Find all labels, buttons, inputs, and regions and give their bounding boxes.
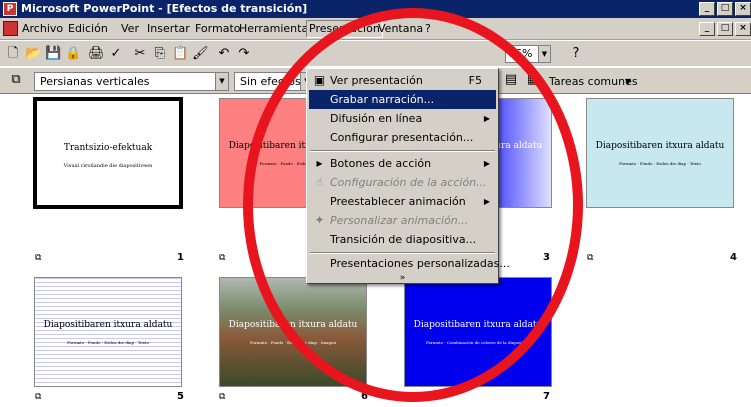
transition-icon[interactable]: ⧉ — [35, 253, 47, 263]
menu-formato[interactable]: Formato — [195, 22, 241, 36]
slide-thumbnail-7[interactable]: Diapositibaren itxura aldatu Formato · C… — [404, 277, 552, 387]
slide-transition-icon[interactable]: ⧉ — [8, 72, 24, 88]
expand-menu-icon[interactable]: » — [309, 272, 496, 284]
slide-number: 4 — [730, 252, 737, 263]
custom-animation-icon: ✦ — [314, 213, 325, 227]
standard-toolbar: 🗋 📂 💾 🔒 🖨 ✓ ✂ ⎘ 📋 🖌 ↶ ↷ 66% ▼ ? — [0, 41, 751, 67]
menu-ventana[interactable]: Ventana — [378, 22, 423, 36]
menu-help[interactable]: ? — [425, 22, 431, 36]
menu-item-preestablecer[interactable]: Preestablecer animación ▶ — [309, 192, 496, 211]
menu-item-transicion[interactable]: Transición de diapositiva... — [309, 230, 496, 249]
maximize-icon[interactable]: □ — [717, 2, 733, 16]
slide-thumbnail-6[interactable]: Diapositibaren itxura aldatu Formato · F… — [219, 277, 367, 387]
menu-item-botones-accion[interactable]: ▸ Botones de acción ▶ — [309, 154, 496, 173]
spelling-icon[interactable]: ✓ — [108, 46, 124, 62]
close-icon[interactable]: × — [735, 2, 751, 16]
print-icon[interactable]: 🖨 — [88, 46, 105, 62]
doc-minimize-icon[interactable]: _ — [699, 22, 715, 36]
redo-icon[interactable]: ↷ — [236, 46, 252, 62]
transition-icon[interactable]: ⧉ — [35, 392, 47, 402]
sound-effect-value: Sin efectos — [240, 75, 301, 88]
menu-item-grabar-narracion[interactable]: Grabar narración... — [309, 90, 496, 109]
chevron-down-icon[interactable]: ▼ — [215, 73, 228, 90]
zoom-value: 66% — [508, 47, 533, 60]
undo-icon[interactable]: ↶ — [216, 46, 232, 62]
minimize-icon[interactable]: _ — [699, 2, 715, 16]
slide-title: Trantsizio-efektuak — [63, 143, 153, 153]
format-painter-icon[interactable]: 🖌 — [192, 46, 209, 62]
menu-presentacion[interactable]: Presentación — [306, 20, 383, 38]
doc-close-icon[interactable]: × — [735, 22, 751, 36]
slide-number: 6 — [361, 391, 368, 402]
menu-herramientas[interactable]: Herramientas — [239, 22, 314, 36]
slide-thumbnail-4[interactable]: Diapositibaren itxura aldatu Formato · F… — [586, 98, 734, 208]
slide-number: 5 — [177, 391, 184, 402]
menu-ver[interactable]: Ver — [121, 22, 139, 36]
action-buttons-icon: ▸ — [316, 156, 323, 170]
doc-restore-icon[interactable]: □ — [717, 22, 733, 36]
menu-insertar[interactable]: Insertar — [147, 22, 190, 36]
action-settings-icon: ☝ — [315, 175, 324, 189]
slide-number: 3 — [543, 252, 550, 263]
menu-item-ver-presentacion[interactable]: ▣ Ver presentación F5 — [309, 71, 496, 90]
transition-effect-value: Persianas verticales — [40, 75, 150, 88]
submenu-arrow-icon: ▶ — [483, 159, 490, 168]
copy-icon[interactable]: ⎘ — [152, 46, 168, 62]
slide-subtitle: Formato · Fondo · Esdea die diap · Image… — [249, 340, 337, 345]
menu-item-personalizar-animacion: ✦ Personalizar animación... — [309, 211, 496, 230]
transition-icon[interactable]: ⧉ — [219, 392, 231, 402]
menu-item-personalizadas[interactable]: Presentaciones personalizadas... — [309, 254, 510, 273]
slide-show-icon: ▣ — [313, 73, 326, 87]
document-icon[interactable] — [3, 21, 18, 36]
paste-icon[interactable]: 📋 — [172, 46, 188, 62]
transition-icon[interactable]: ⧉ — [587, 253, 599, 263]
show-formatting-icon[interactable]: ▦ — [525, 72, 541, 88]
cut-icon[interactable]: ✂ — [132, 46, 148, 62]
menu-item-configurar[interactable]: Configurar presentación... — [309, 128, 496, 147]
transition-icon[interactable]: ⧉ — [404, 392, 416, 402]
menu-item-difusion[interactable]: Difusión en línea ▶ — [309, 109, 496, 128]
chevron-down-icon[interactable]: ▼ — [625, 77, 631, 86]
open-icon[interactable]: 📂 — [25, 46, 41, 62]
menu-archivo[interactable]: Archivo — [22, 22, 63, 36]
zoom-select[interactable]: 66% ▼ — [505, 45, 551, 63]
help-icon[interactable]: ? — [568, 46, 584, 62]
sound-effect-select[interactable]: Sin efectos ▼ — [234, 72, 314, 91]
submenu-arrow-icon: ▶ — [483, 114, 490, 123]
menu-edicion[interactable]: Edición — [68, 22, 108, 36]
slide-title: Diapositibaren itxura aldatu — [595, 141, 725, 151]
transition-icon[interactable]: ⧉ — [219, 253, 231, 263]
powerpoint-app-icon[interactable]: P — [3, 2, 17, 16]
slide-title: Diapositibaren itxura aldatu — [228, 320, 358, 330]
slide-subtitle: Formato · Fondo · Esdea die diap · Texto — [619, 161, 701, 166]
transition-effect-select[interactable]: Persianas verticales ▼ — [34, 72, 229, 91]
slide-subtitle: Formato · Combinación de colores de la d… — [425, 340, 531, 345]
save-icon[interactable]: 💾 — [45, 46, 61, 62]
window-title: Microsoft PowerPoint - [Efectos de trans… — [21, 2, 308, 15]
lock-icon[interactable]: 🔒 — [65, 46, 81, 62]
presentacion-dropdown-menu: ▣ Ver presentación F5 Grabar narración..… — [306, 68, 510, 284]
shortcut-label: F5 — [468, 74, 482, 87]
slide-subtitle: Formato · Fondo · Esdea die diap · Texto — [67, 340, 149, 345]
window-controls: _ □ × — [699, 2, 751, 16]
slide-title: Diapositibaren itxura aldatu — [43, 320, 173, 330]
slide-subtitle: Visual ciroilandie die diapositiveen — [63, 163, 153, 169]
slide-number: 7 — [543, 391, 550, 402]
slide-thumbnail-1[interactable]: Trantsizio-efektuak Visual ciroilandie d… — [33, 97, 183, 209]
submenu-arrow-icon: ▶ — [483, 197, 490, 206]
summary-slide-icon[interactable]: ▤ — [503, 72, 519, 88]
new-icon[interactable]: 🗋 — [5, 46, 21, 62]
document-window-controls: _ □ × — [699, 22, 751, 36]
menu-bar: Archivo Edición Ver Insertar Formato Her… — [0, 18, 751, 40]
menu-item-configuracion-accion: ☝ Configuración de la acción... — [309, 173, 496, 192]
slide-thumbnail-5[interactable]: Diapositibaren itxura aldatu Formato · F… — [34, 277, 182, 387]
chevron-down-icon[interactable]: ▼ — [538, 46, 550, 62]
menu-separator — [310, 150, 495, 152]
slide-number: 1 — [177, 252, 184, 263]
slide-title: Diapositibaren itxura aldatu — [413, 320, 543, 330]
title-bar: P Microsoft PowerPoint - [Efectos de tra… — [0, 0, 751, 18]
